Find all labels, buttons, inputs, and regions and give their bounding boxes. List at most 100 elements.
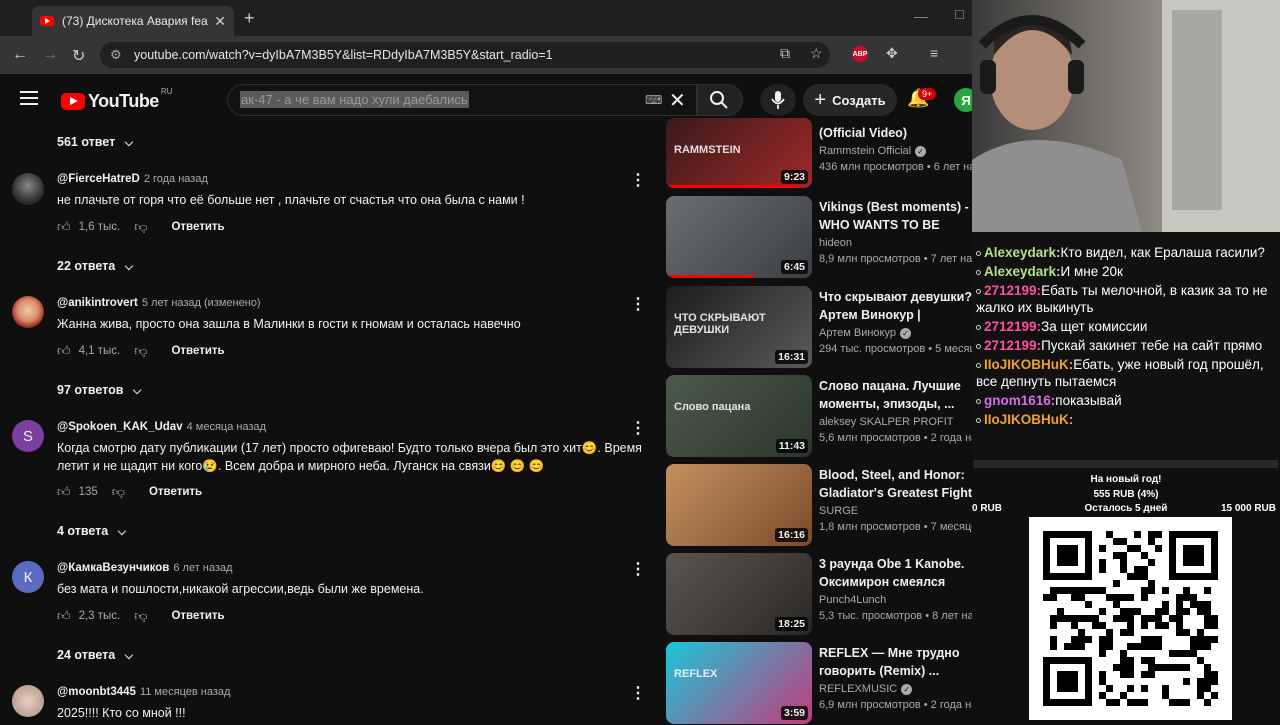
chat-message: 2712199:Пускай закинет тебе на сайт прям… (974, 337, 1274, 354)
channel-name[interactable]: SURGE (819, 505, 979, 517)
show-replies-button[interactable]: 22 ответа ⌵ (57, 259, 133, 274)
region-code: RU (160, 87, 173, 96)
forward-icon[interactable]: → (42, 46, 58, 64)
channel-name[interactable]: REFLEXMUSIC ✓ (819, 683, 979, 695)
comment-author[interactable]: @moonbt3445 11 месяцев назад (57, 686, 230, 698)
comment-author[interactable]: @КамкаВезунчиков 6 лет назад (57, 562, 232, 574)
comment-time[interactable]: 4 месяца назад (187, 421, 266, 433)
video-title[interactable]: Что скрывают девушки? | Артем Винокур | … (819, 288, 979, 324)
comment-avatar[interactable]: К (12, 561, 44, 593)
thumbnail-overlay-text: ЧТО СКРЫВАЮТ ДЕВУШКИ (674, 312, 766, 336)
goal-title: На новый год! (1090, 474, 1162, 485)
like-icon[interactable]: 👍︎ (57, 343, 71, 359)
comment-time[interactable]: 5 лет назад (изменено) (142, 297, 261, 309)
extensions-icon[interactable]: ✥ (886, 45, 898, 62)
browser-tab[interactable]: (73) Дискотека Авария feat. Ж ✕ (32, 6, 234, 36)
youtube-logo[interactable]: YouTube RU (61, 87, 172, 112)
video-info[interactable]: REFLEX — Мне трудно говорить (Remix) ...… (819, 644, 979, 711)
chat-username: IIoJIKOBHuK: (984, 412, 1074, 427)
chat-text: Пускай закинет тебе на сайт прямо (1041, 338, 1263, 353)
reply-button[interactable]: Ответить (149, 486, 202, 498)
channel-name-text: Punch4Lunch (819, 594, 887, 606)
site-info-icon[interactable]: ⚙ (110, 47, 122, 63)
video-info[interactable]: 3 раунда Obe 1 Kanobe. Оксимирон смеялся… (819, 555, 979, 622)
video-thumbnail[interactable]: RAMMSTEIN 9:23 (666, 118, 812, 188)
channel-name[interactable]: Punch4Lunch (819, 594, 979, 606)
address-bar[interactable]: youtube.com/watch?v=dyIbA7M3B5Y&list=RDd… (100, 42, 830, 68)
chevron-down-icon: ⌵ (124, 650, 134, 662)
dislike-icon[interactable]: 👎︎ (112, 484, 125, 500)
video-title[interactable]: Blood, Steel, and Honor: Gladiator's Gre… (819, 466, 979, 502)
goal-max: 15 000 RUB (1220, 503, 1276, 514)
more-options-icon[interactable]: ⋮ (630, 683, 646, 703)
video-info[interactable]: Vikings (Best moments) - WHO WANTS TO BE… (819, 198, 979, 265)
dislike-icon[interactable]: 👎︎ (134, 608, 147, 624)
reply-button[interactable]: Ответить (171, 610, 224, 622)
like-icon[interactable]: 👍︎ (57, 608, 71, 624)
more-options-icon[interactable]: ⋮ (630, 294, 646, 314)
video-title[interactable]: (Official Video) (819, 124, 979, 142)
dislike-icon[interactable]: 👎︎ (134, 219, 147, 235)
comment-time[interactable]: 11 месяцев назад (140, 686, 230, 698)
video-title[interactable]: Слово пацана. Лучшие моменты, эпизоды, .… (819, 377, 979, 413)
show-replies-button[interactable]: 561 ответ ⌵ (57, 135, 133, 150)
video-title[interactable]: REFLEX — Мне трудно говорить (Remix) ... (819, 644, 979, 680)
tab-close-icon[interactable]: ✕ (214, 13, 226, 30)
reload-icon[interactable]: ↻ (72, 46, 85, 66)
video-thumbnail[interactable]: 6:45 (666, 196, 812, 278)
channel-name[interactable]: hideon (819, 237, 979, 249)
comment-avatar[interactable] (12, 173, 44, 205)
more-options-icon[interactable]: ⋮ (630, 418, 646, 438)
create-button[interactable]: + Создать (803, 84, 897, 116)
show-replies-button[interactable]: 24 ответа ⌵ (57, 648, 133, 663)
more-options-icon[interactable]: ⋮ (630, 170, 646, 190)
stream-chat: Alexeydark:Кто видел, как Ералаша гасили… (972, 232, 1280, 472)
channel-name[interactable]: aleksey SKALPER PROFIT (819, 416, 979, 428)
comment-avatar[interactable] (12, 685, 44, 717)
video-thumbnail[interactable]: 18:25 (666, 553, 812, 635)
comment-time[interactable]: 6 лет назад (173, 562, 232, 574)
like-icon[interactable]: 👍︎ (57, 219, 71, 235)
back-icon[interactable]: ← (12, 46, 28, 64)
microphone-icon (771, 91, 785, 109)
show-replies-button[interactable]: 97 ответов ⌵ (57, 383, 141, 398)
video-info[interactable]: Blood, Steel, and Honor: Gladiator's Gre… (819, 466, 979, 533)
video-thumbnail[interactable]: ЧТО СКРЫВАЮТ ДЕВУШКИ 16:31 (666, 286, 812, 368)
adblock-extension-icon[interactable]: ABP (852, 46, 868, 62)
video-thumbnail[interactable]: Слово пацана 11:43 (666, 375, 812, 457)
like-icon[interactable]: 👍︎ (57, 484, 71, 500)
comment-avatar[interactable] (12, 296, 44, 328)
bookmark-star-icon[interactable]: ☆ (810, 45, 823, 62)
show-replies-button[interactable]: 4 ответа ⌵ (57, 524, 126, 539)
channel-name[interactable]: Rammstein Official ✓ (819, 145, 979, 157)
reply-button[interactable]: Ответить (171, 345, 224, 357)
dislike-icon[interactable]: 👎︎ (134, 343, 147, 359)
new-tab-button[interactable]: + (244, 8, 255, 29)
comment-avatar[interactable]: S (12, 420, 44, 452)
minimize-button[interactable]: — (914, 8, 928, 24)
voice-search-button[interactable] (760, 84, 796, 116)
video-info[interactable]: Слово пацана. Лучшие моменты, эпизоды, .… (819, 377, 979, 444)
install-app-icon[interactable]: ⧉ (780, 45, 790, 62)
video-thumbnail[interactable]: REFLEX 3:59 (666, 642, 812, 724)
clear-search-icon[interactable]: ✕ (669, 88, 686, 113)
keyboard-icon[interactable]: ⌨ (645, 93, 662, 107)
reply-button[interactable]: Ответить (171, 221, 224, 233)
chat-badge-icon (976, 288, 981, 294)
comment-author[interactable]: @FierceHatreD 2 года назад (57, 173, 208, 185)
channel-name[interactable]: Артем Винокур ✓ (819, 327, 979, 339)
video-duration: 11:43 (775, 439, 808, 453)
media-control-icon[interactable]: ≡ (930, 45, 938, 61)
maximize-button[interactable]: ☐ (954, 8, 965, 22)
comment-time[interactable]: 2 года назад (144, 173, 208, 185)
comment-author[interactable]: @anikintrovert 5 лет назад (изменено) (57, 297, 261, 309)
video-title[interactable]: 3 раунда Obe 1 Kanobe. Оксимирон смеялся… (819, 555, 979, 591)
video-title[interactable]: Vikings (Best moments) - WHO WANTS TO BE… (819, 198, 979, 234)
comment-author[interactable]: @Spokoen_KAK_Udav 4 месяца назад (57, 421, 266, 433)
video-info[interactable]: (Official Video) Rammstein Official ✓ 436 м… (819, 124, 979, 173)
more-options-icon[interactable]: ⋮ (630, 559, 646, 579)
video-info[interactable]: Что скрывают девушки? | Артем Винокур | … (819, 288, 979, 355)
menu-icon[interactable] (20, 91, 38, 109)
video-thumbnail[interactable]: 16:16 (666, 464, 812, 546)
channel-name-text: aleksey SKALPER PROFIT (819, 416, 954, 428)
